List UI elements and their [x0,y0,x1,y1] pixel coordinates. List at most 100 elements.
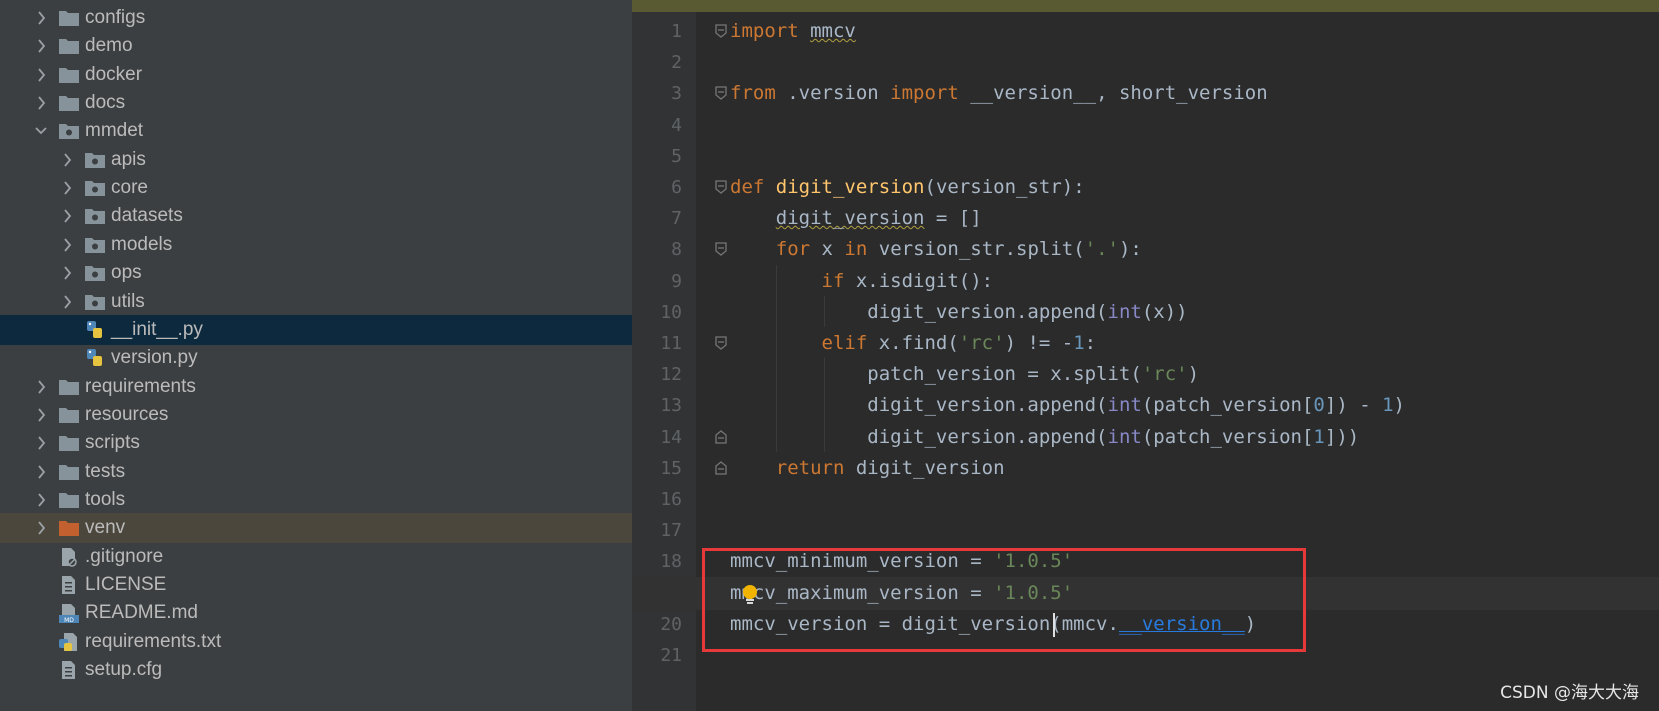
tree-item-init-py[interactable]: __init__.py [0,314,632,345]
tree-item-demo[interactable]: demo [0,31,632,61]
tree-item-docker[interactable]: docker [0,60,632,90]
tree-item-license[interactable]: LICENSE [0,570,632,600]
code-line[interactable]: elif x.find('rc') != -1: [730,327,1097,360]
code-line[interactable]: def digit_version(version_str): [730,171,1085,204]
tree-item-mmdet[interactable]: mmdet [0,116,632,146]
code-token: digit_version [775,176,925,198]
code-line[interactable]: if x.isdigit(): [730,265,994,298]
package-folder-icon [85,237,105,253]
tree-item-label: __init__.py [111,318,203,340]
fold-marker-icon[interactable] [714,460,728,476]
code-token: 0 [1313,394,1325,417]
chevron-right-icon[interactable] [60,264,74,282]
code-token: : [1084,332,1097,354]
fold-marker-icon[interactable] [714,23,728,39]
chevron-right-icon[interactable] [60,293,74,311]
code-token: (patch_version[ [1141,425,1314,448]
tree-item-label: README.md [85,602,198,624]
code-token: if [821,269,845,292]
line-number: 7 [671,208,682,230]
tree-item-requirements-txt[interactable]: requirements.txt [0,627,632,657]
line-number: 6 [671,177,682,198]
tree-item-version-py[interactable]: version.py [0,343,632,373]
code-line[interactable]: digit_version.append(int(x)) [730,296,1188,329]
tree-item-readme-md[interactable]: MD README.md [0,598,632,628]
chevron-right-icon[interactable] [60,236,74,254]
tree-item-venv[interactable]: venv [0,513,632,544]
tree-item-label: docker [85,63,143,85]
tree-item-setup-cfg[interactable]: setup.cfg [0,655,632,685]
fold-marker-icon[interactable] [714,241,728,257]
fold-marker-icon[interactable] [714,429,728,445]
chevron-right-icon[interactable] [34,94,48,112]
line-number: 5 [671,145,682,167]
svg-text:MD: MD [64,617,74,623]
chevron-right-icon[interactable] [34,406,48,424]
package-folder-icon [85,294,105,310]
line-number: 18 [660,551,682,573]
tree-item-tests[interactable]: tests [0,457,632,487]
tree-item-label: docs [85,92,126,114]
chevron-down-icon[interactable] [34,122,48,140]
folder-icon [59,436,79,452]
chevron-right-icon[interactable] [60,207,74,225]
code-token: (version_str): [924,176,1085,198]
chevron-right-icon[interactable] [34,491,48,509]
code-line[interactable]: from .version import __version__, short_… [730,77,1268,110]
tree-item-requirements[interactable]: requirements [0,372,632,402]
chevron-right-icon[interactable] [34,66,48,84]
code-token: version_str.split( [867,238,1085,261]
chevron-right-icon[interactable] [34,434,48,452]
code-token: ]) - [1324,394,1383,417]
line-number: 20 [660,613,682,635]
tree-item-apis[interactable]: apis [0,145,632,175]
chevron-right-icon[interactable] [60,151,74,169]
chevron-right-icon[interactable] [34,519,48,537]
code-token: patch_version = x.split( [730,363,1142,386]
tree-item-resources[interactable]: resources [0,400,632,430]
tree-item-docs[interactable]: docs [0,88,632,118]
tree-item-ops[interactable]: ops [0,258,632,288]
code-line[interactable]: digit_version.append(int(patch_version[0… [730,389,1405,422]
code-line[interactable]: digit_version = [] [730,202,982,235]
line-number: 16 [660,489,682,510]
watermark: CSDN @海大大海 [1500,683,1639,703]
package-folder-icon [85,266,105,282]
tree-item-gitignore[interactable]: .gitignore [0,542,632,572]
tree-item-configs[interactable]: configs [0,3,632,33]
code-token: __version__, short_version [958,82,1268,105]
line-number: 13 [660,395,682,417]
code-line[interactable]: for x in version_str.split('.'): [730,233,1142,266]
tree-item-scripts[interactable]: scripts [0,428,632,458]
code-token: 1 [1382,394,1394,417]
code-line[interactable]: return digit_version [730,452,1005,485]
tree-item-tools[interactable]: tools [0,485,632,515]
text-caret [1053,613,1055,637]
code-token: ) [1187,363,1200,386]
tree-item-models[interactable]: models [0,230,632,260]
chevron-right-icon[interactable] [34,378,48,396]
fold-marker-icon[interactable] [714,85,728,101]
tree-item-label: configs [85,7,146,28]
tree-item-core[interactable]: core [0,173,632,203]
chevron-right-icon[interactable] [34,9,48,27]
package-folder-icon [85,152,105,168]
fold-marker-icon[interactable] [714,179,728,195]
code-line[interactable]: patch_version = x.split('rc') [730,358,1199,391]
code-token: for [775,238,811,261]
code-line[interactable]: import mmcv [730,15,856,48]
chevron-right-icon[interactable] [34,463,48,481]
folder-icon [59,39,79,55]
intention-bulb-icon[interactable] [741,584,759,606]
code-token: (x)) [1141,300,1188,323]
tree-item-utils[interactable]: utils [0,287,632,317]
tree-item-label: resources [85,403,169,425]
tree-item-label: tests [85,460,126,482]
chevron-right-icon[interactable] [60,179,74,197]
fold-marker-icon[interactable] [714,335,728,351]
tree-item-datasets[interactable]: datasets [0,201,632,231]
folder-icon [59,407,79,423]
chevron-right-icon[interactable] [34,37,48,55]
project-tool-window: configs demo docker docs mmdet apis core datase… [0,0,632,711]
